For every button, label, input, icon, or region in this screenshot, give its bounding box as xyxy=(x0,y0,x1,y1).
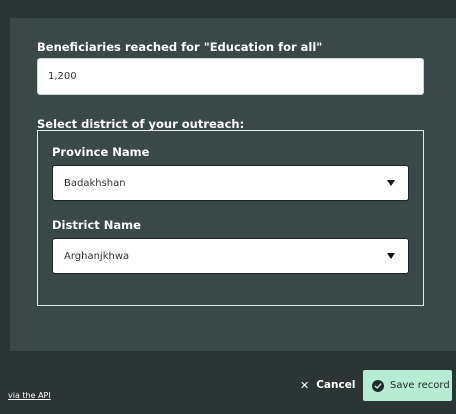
district-section-label: Select district of your outreach: xyxy=(37,117,245,131)
save-button[interactable]: Save record xyxy=(363,370,452,401)
cancel-button[interactable]: ✕ Cancel xyxy=(300,370,355,400)
province-select[interactable]: Badakhshan xyxy=(52,165,409,201)
district-label: District Name xyxy=(52,218,141,232)
cancel-label: Cancel xyxy=(316,379,356,391)
district-select[interactable]: Arghanjkhwa xyxy=(52,238,409,274)
district-fieldset: Province Name Badakhshan District Name A… xyxy=(37,130,424,306)
caret-down-icon xyxy=(387,180,395,186)
caret-down-icon xyxy=(387,253,395,259)
province-selected-value: Badakhshan xyxy=(64,177,126,189)
beneficiaries-input[interactable] xyxy=(37,58,424,95)
beneficiaries-label: Beneficiaries reached for "Education for… xyxy=(37,40,323,54)
province-label: Province Name xyxy=(52,145,150,159)
district-selected-value: Arghanjkhwa xyxy=(64,250,130,262)
save-label: Save record xyxy=(390,380,450,391)
close-icon: ✕ xyxy=(300,378,310,392)
record-form: Beneficiaries reached for "Education for… xyxy=(10,18,456,351)
api-link[interactable]: via the API xyxy=(8,391,51,400)
check-circle-icon xyxy=(372,379,384,392)
